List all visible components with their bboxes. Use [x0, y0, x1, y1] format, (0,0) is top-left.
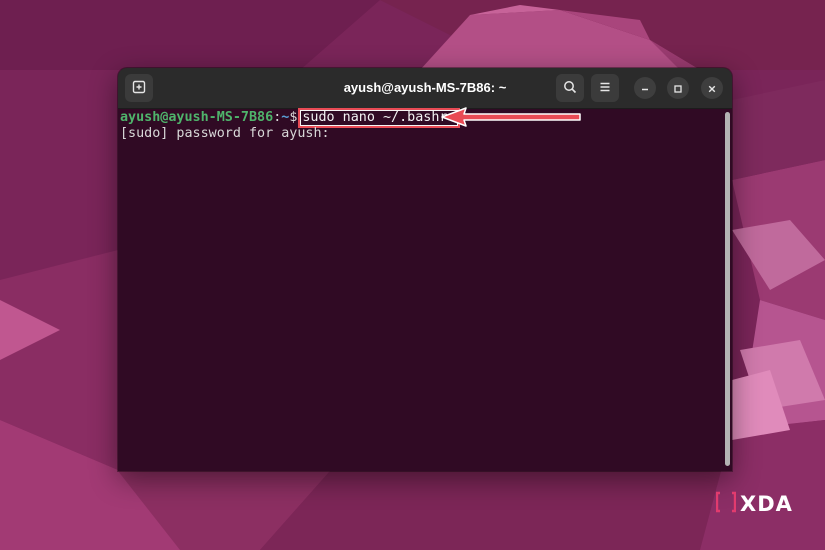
sudo-password-prompt: [sudo] password for ayush:: [120, 125, 330, 141]
new-tab-button[interactable]: [125, 74, 153, 102]
xda-brand-text: XDA: [740, 492, 793, 516]
hamburger-menu-icon: [598, 79, 612, 98]
minimize-icon: [640, 79, 650, 98]
close-icon: [707, 79, 717, 98]
window-titlebar[interactable]: ayush@ayush-MS-7B86: ~: [118, 68, 732, 109]
xda-watermark: XDA: [715, 491, 793, 517]
minimize-button[interactable]: [634, 77, 656, 99]
search-icon: [563, 79, 577, 98]
highlighted-command: sudo nano ~/.bashrc: [298, 108, 460, 128]
menu-button[interactable]: [591, 74, 619, 102]
terminal-scrollbar[interactable]: [722, 109, 732, 471]
terminal-window[interactable]: ayush@ayush-MS-7B86: ~ ayush@ayush-MS-7B…: [118, 68, 732, 471]
annotation-arrow-icon: [440, 105, 582, 133]
maximize-button[interactable]: [667, 77, 689, 99]
prompt-user-host: ayush@ayush-MS-7B86: [120, 110, 274, 125]
new-tab-icon: [132, 79, 146, 98]
close-button[interactable]: [701, 77, 723, 99]
maximize-icon: [673, 79, 683, 98]
scrollbar-thumb[interactable]: [725, 112, 730, 466]
prompt-symbol: $: [289, 110, 298, 125]
prompt-line: ayush@ayush-MS-7B86:~$ sudo nano ~/.bashr…: [120, 108, 722, 128]
terminal-output[interactable]: ayush@ayush-MS-7B86:~$ sudo nano ~/.bashr…: [118, 108, 722, 471]
search-button[interactable]: [556, 74, 584, 102]
xda-logo-icon: [715, 491, 737, 517]
